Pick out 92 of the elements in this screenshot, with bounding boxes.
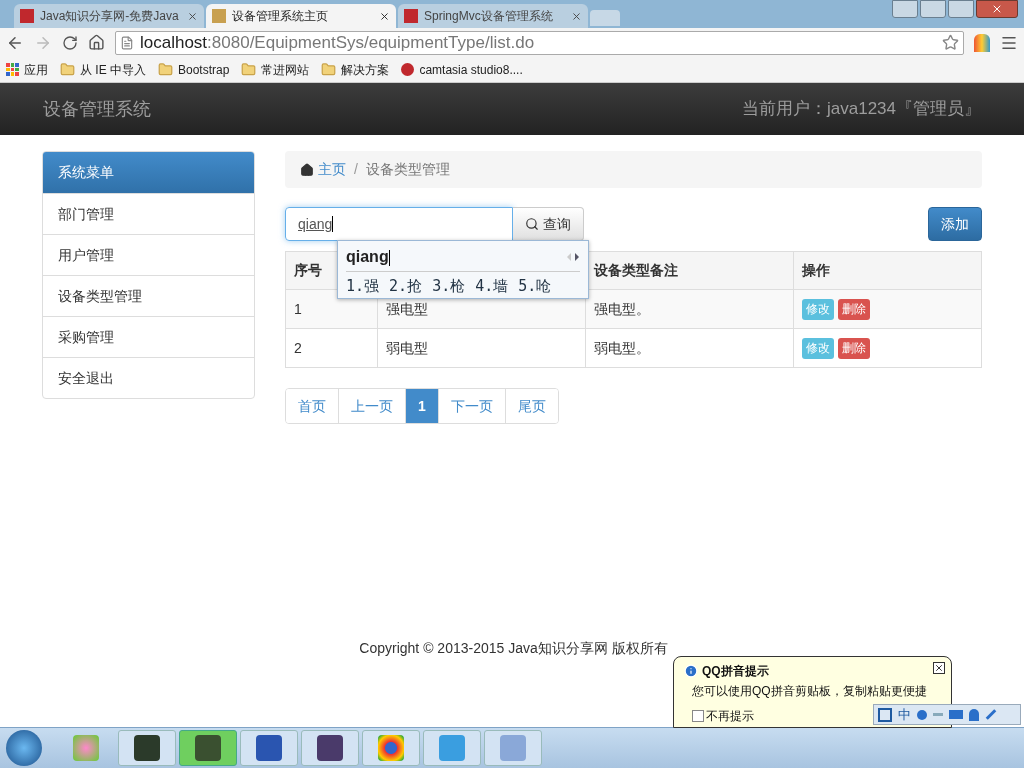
page-link[interactable]: 1 bbox=[405, 389, 438, 423]
taskbar-app-button[interactable] bbox=[118, 730, 176, 766]
tab-title: Java知识分享网-免费Java bbox=[40, 8, 180, 25]
close-button[interactable] bbox=[976, 0, 1018, 18]
sidebar-heading: 系统菜单 bbox=[43, 152, 254, 193]
site-favicon-icon bbox=[404, 9, 418, 23]
app-icon bbox=[439, 735, 465, 761]
home-icon[interactable] bbox=[88, 34, 105, 51]
address-field[interactable]: localhost:8080/EquipmentSys/equipmentType/list.do bbox=[115, 30, 964, 55]
table-cell-text: 强电型 bbox=[386, 299, 428, 319]
bookmark-link[interactable]: Bootstrap bbox=[158, 60, 230, 79]
app-icon bbox=[500, 735, 526, 761]
table-cell-text: 2 bbox=[294, 338, 302, 358]
table-cell-text: 1 bbox=[294, 299, 302, 319]
breadcrumb-current: 设备类型管理 bbox=[365, 160, 450, 179]
ime-candidate[interactable]: 4.墙 bbox=[475, 275, 509, 298]
column-header: 序号 bbox=[294, 261, 322, 280]
extension-icon[interactable] bbox=[974, 33, 990, 52]
browser-tab[interactable]: SpringMvc设备管理系统 bbox=[398, 4, 588, 28]
sidebar-item[interactable]: 设备类型管理 bbox=[43, 275, 254, 316]
breadcrumb-separator: / bbox=[354, 160, 358, 179]
checkbox[interactable] bbox=[692, 710, 704, 722]
search-icon bbox=[525, 217, 539, 231]
bookmark-link[interactable]: 解决方案 bbox=[321, 60, 390, 79]
folder-icon bbox=[321, 62, 337, 77]
taskbar-app-button[interactable] bbox=[240, 730, 298, 766]
search-button[interactable]: 查询 bbox=[513, 207, 584, 241]
tip-message: 您可以使用QQ拼音剪贴板，复制粘贴更便捷 bbox=[691, 683, 928, 700]
table-cell-text: 强电型。 bbox=[594, 299, 650, 319]
site-favicon-icon bbox=[212, 9, 226, 23]
taskbar-app-button[interactable] bbox=[301, 730, 359, 766]
delete-button[interactable]: 删除 bbox=[838, 337, 870, 359]
ime-candidate[interactable]: 5.呛 bbox=[518, 275, 552, 298]
tip-title: QQ拼音提示 bbox=[702, 663, 769, 680]
sidebar-item[interactable]: 采购管理 bbox=[43, 316, 254, 357]
checkbox-label: 不再提示 bbox=[706, 708, 754, 725]
add-button[interactable]: 添加 bbox=[928, 207, 982, 241]
app-icon bbox=[317, 735, 343, 761]
column-header: 操作 bbox=[802, 261, 830, 280]
page-link[interactable]: 尾页 bbox=[504, 389, 558, 423]
input-mode-toggle[interactable]: 中 bbox=[898, 704, 911, 725]
current-user-text: 当前用户：java1234『管理员』 bbox=[742, 98, 981, 121]
sidebar-item[interactable]: 安全退出 bbox=[43, 357, 254, 398]
brand-title[interactable]: 设备管理系统 bbox=[43, 95, 151, 123]
bookmark-link[interactable]: 常进网站 bbox=[241, 60, 310, 79]
ime-composition: qiang bbox=[346, 247, 390, 268]
app-icon bbox=[378, 735, 404, 761]
browser-tab[interactable]: 设备管理系统主页 bbox=[206, 4, 396, 28]
start-button[interactable] bbox=[6, 730, 42, 766]
restore-button[interactable] bbox=[892, 0, 918, 18]
table-cell-text: 弱电型 bbox=[386, 338, 428, 358]
home-link[interactable]: 主页 bbox=[300, 159, 346, 180]
close-icon bbox=[991, 3, 1003, 15]
folder-icon bbox=[60, 62, 75, 77]
table-cell-text: 弱电型。 bbox=[594, 338, 650, 358]
sidebar-item[interactable]: 部门管理 bbox=[43, 193, 254, 234]
bookmark-link[interactable]: camtasia studio8.... bbox=[401, 60, 523, 79]
ime-candidate[interactable]: 1.强 bbox=[346, 275, 380, 298]
column-header: 设备类型备注 bbox=[594, 261, 678, 280]
folder-icon bbox=[158, 62, 173, 77]
bookmark-link[interactable]: 从 IE 中导入 bbox=[60, 60, 146, 79]
url-text: localhost:8080/EquipmentSys/equipmentType/list.do bbox=[140, 31, 536, 54]
site-favicon-icon bbox=[20, 9, 34, 23]
app-icon bbox=[134, 735, 160, 761]
taskbar-app-button[interactable] bbox=[179, 730, 237, 766]
site-icon bbox=[401, 63, 415, 76]
app-icon bbox=[195, 735, 221, 761]
tab-title: SpringMvc设备管理系统 bbox=[424, 8, 554, 25]
footer-copyright: Copyright © 2013-2015 Java知识分享网 版权所有 bbox=[359, 639, 668, 658]
ime-candidate[interactable]: 2.抢 bbox=[389, 275, 423, 298]
home-icon bbox=[300, 162, 314, 177]
folder-icon bbox=[241, 62, 257, 77]
info-icon bbox=[684, 664, 698, 678]
apps-grid-icon bbox=[6, 63, 19, 76]
delete-button[interactable]: 删除 bbox=[838, 298, 870, 320]
app-icon bbox=[256, 735, 282, 761]
star-icon[interactable] bbox=[942, 34, 959, 51]
minimize-button[interactable] bbox=[920, 0, 946, 18]
taskbar-app-button[interactable] bbox=[362, 730, 420, 766]
reload-icon[interactable] bbox=[62, 34, 78, 51]
browser-tab[interactable]: Java知识分享网-免费Java bbox=[14, 4, 204, 28]
sidebar-item[interactable]: 用户管理 bbox=[43, 234, 254, 275]
bookmark-link[interactable]: 应用 bbox=[6, 60, 48, 79]
page-icon bbox=[120, 35, 134, 50]
maximize-button[interactable] bbox=[948, 0, 974, 18]
logo-icon[interactable] bbox=[878, 707, 892, 722]
ime-candidate[interactable]: 3.枪 bbox=[432, 275, 466, 298]
close-icon[interactable] bbox=[379, 10, 390, 22]
close-icon[interactable] bbox=[933, 662, 945, 674]
app-icon bbox=[73, 735, 99, 761]
page-arrows-icon[interactable] bbox=[566, 253, 580, 261]
tab-title: 设备管理系统主页 bbox=[232, 8, 329, 25]
